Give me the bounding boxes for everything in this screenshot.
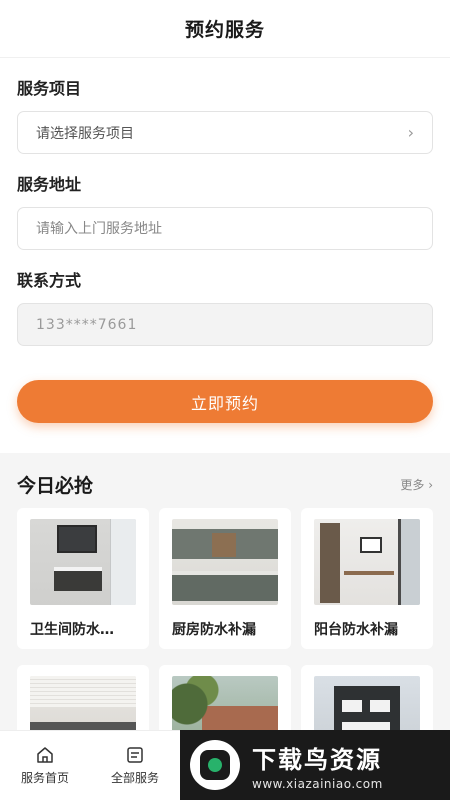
nav-label-home: 服务首页 (20, 771, 69, 785)
watermark-title: 下载鸟资源 (252, 745, 382, 774)
deal-title: 阳台防水补漏 (314, 622, 398, 638)
deal-card[interactable]: 厨房防水补漏 (159, 508, 291, 649)
address-label: 服务地址 (17, 175, 82, 194)
address-input[interactable] (36, 220, 414, 237)
page-title: 预约服务 (184, 19, 265, 41)
deal-title: 厨房防水补漏 (172, 622, 256, 638)
list-icon (127, 747, 143, 763)
deal-title: 卫生间防水… (30, 622, 114, 638)
kitchen-image (172, 519, 278, 605)
chevron-right-icon: › (407, 123, 414, 142)
contact-value: 133****7661 (36, 316, 138, 333)
watermark-logo-icon (190, 740, 240, 790)
more-link[interactable]: 更多 › (400, 476, 433, 493)
deals-header: 今日必抢 更多 › (4, 453, 446, 508)
contact-field: 133****7661 (17, 303, 433, 346)
submit-booking-button[interactable]: 立即预约 (17, 380, 433, 423)
nav-label-all-services: 全部服务 (110, 771, 159, 785)
service-item-label: 服务项目 (17, 79, 82, 98)
service-item-select[interactable]: 请选择服务项目 › (17, 111, 433, 154)
balcony-image (314, 519, 420, 605)
deal-card[interactable]: 阳台防水补漏 (301, 508, 433, 649)
home-icon (37, 747, 53, 763)
bottom-nav: 服务首页 全部服务 (0, 730, 180, 800)
deal-card[interactable]: 卫生间防水… (17, 508, 149, 649)
deals-title: 今日必抢 (17, 475, 94, 497)
nav-item-all-services[interactable]: 全部服务 (90, 731, 180, 800)
contact-label: 联系方式 (17, 271, 82, 290)
service-item-value: 请选择服务项目 (36, 125, 134, 142)
page-header: 预约服务 (0, 0, 450, 58)
address-field-wrap (17, 207, 433, 250)
bathroom-image (30, 519, 136, 605)
watermark-banner: 下载鸟资源 www.xiazainiao.com (180, 730, 450, 800)
nav-item-home[interactable]: 服务首页 (0, 731, 90, 800)
booking-form: 服务项目 请选择服务项目 › 服务地址 联系方式 133****7661 (0, 75, 450, 346)
watermark-url: www.xiazainiao.com (252, 776, 383, 791)
